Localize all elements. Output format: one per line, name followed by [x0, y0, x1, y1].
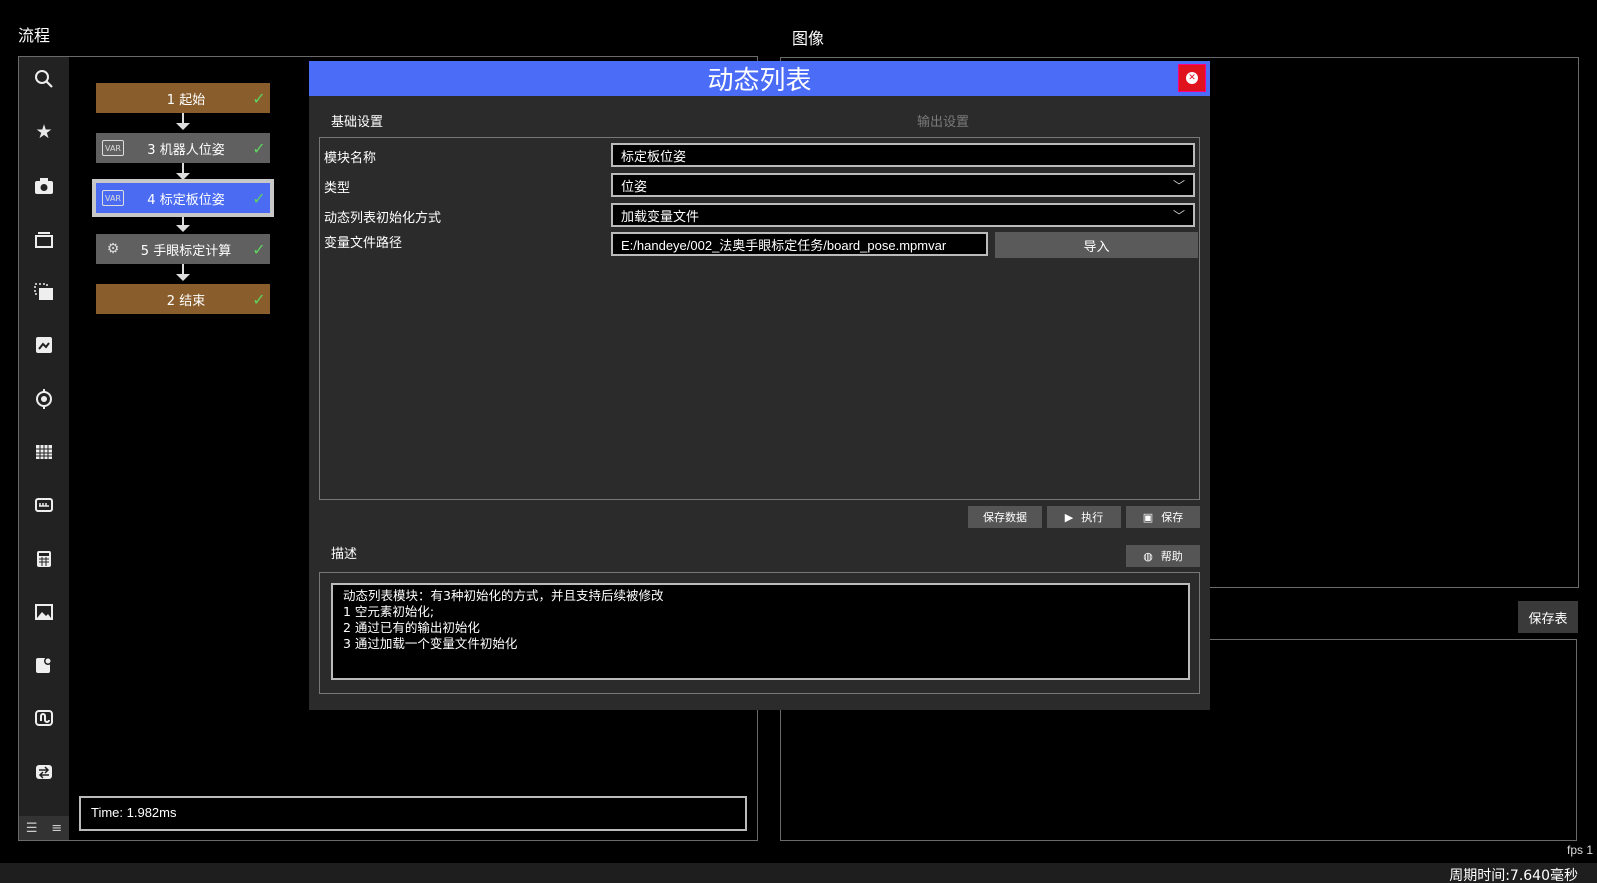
grid-icon[interactable]	[19, 434, 69, 470]
var-icon: VAR	[102, 190, 124, 206]
save-data-button[interactable]: 保存数据	[968, 506, 1042, 528]
close-icon: ✕	[1186, 72, 1198, 84]
target-icon[interactable]	[19, 381, 69, 417]
flow-connector	[182, 264, 184, 274]
cycle-time-readout: 周期时间:7.640毫秒	[1449, 868, 1578, 883]
picture-icon[interactable]	[19, 594, 69, 630]
description-text[interactable]: 动态列表模块：有3种初始化的方式，并且支持后续被修改 1 空元素初始化; 2 通…	[331, 583, 1190, 680]
dynamic-list-dialog: 动态列表 ✕ 基础设置 输出设置 模块名称 标定板位姿 类型 位姿 ﹀ 动态列表…	[309, 61, 1210, 710]
chevron-down-icon: ﹀	[1172, 208, 1185, 223]
chevron-down-icon: ﹀	[1172, 178, 1185, 193]
save-label: 保存	[1161, 511, 1184, 524]
arrow-down-icon	[176, 173, 190, 180]
list-icon[interactable]: ≡	[51, 821, 62, 836]
flow-node-label: 2 结束	[166, 293, 206, 309]
floppy-icon: ▣	[1142, 510, 1154, 524]
var-file-path-label: 变量文件路径	[324, 236, 403, 251]
ruler-icon[interactable]	[19, 487, 69, 523]
stack-icon[interactable]	[19, 221, 69, 257]
tool-sidebar: ★	[19, 57, 69, 840]
save-table-button[interactable]: 保存表	[1518, 601, 1578, 633]
transfer-icon[interactable]	[19, 754, 69, 790]
status-bar	[0, 863, 1597, 883]
image-title: 图像	[792, 29, 825, 48]
var-file-path-input[interactable]: E:/handeye/002_法奥手眼标定任务/board_pose.mpmva…	[611, 232, 988, 256]
chart-icon[interactable]	[19, 647, 69, 683]
check-icon: ✓	[252, 88, 266, 108]
flow-node-label: 5 手眼标定计算	[140, 243, 232, 259]
robot-arm-icon: ⚙	[106, 241, 120, 257]
execute-button[interactable]: ▶ 执行	[1047, 506, 1121, 528]
flow-node-handeye-calc[interactable]: ⚙ 5 手眼标定计算 ✓	[96, 234, 270, 264]
help-label: 帮助	[1160, 550, 1183, 563]
description-panel: 动态列表模块：有3种初始化的方式，并且支持后续被修改 1 空元素初始化; 2 通…	[319, 572, 1200, 694]
loop-icon[interactable]	[19, 700, 69, 736]
tab-basic-settings[interactable]: 基础设置	[331, 111, 383, 130]
type-select[interactable]: 位姿 ﹀	[611, 173, 1195, 197]
camera-icon[interactable]	[19, 168, 69, 204]
flow-node-label: 4 标定板位姿	[147, 192, 225, 208]
flow-connector	[182, 113, 184, 123]
tool-sidebar-footer: ☰ ≡	[19, 816, 69, 840]
search-icon[interactable]	[19, 61, 69, 97]
type-value: 位姿	[621, 179, 648, 195]
var-icon: VAR	[102, 140, 124, 156]
filter-icon[interactable]: ☰	[26, 821, 38, 836]
play-icon: ▶	[1064, 510, 1074, 524]
arrow-down-icon	[176, 225, 190, 232]
globe-icon: ◍	[1143, 549, 1153, 563]
import-button[interactable]: 导入	[995, 232, 1198, 258]
flow-node-robot-pose[interactable]: VAR 3 机器人位姿 ✓	[96, 133, 270, 163]
flow-node-label: 3 机器人位姿	[147, 142, 225, 158]
tab-output-settings[interactable]: 输出设置	[917, 111, 969, 130]
init-method-value: 加载变量文件	[621, 209, 700, 225]
star-icon[interactable]: ★	[19, 114, 69, 150]
check-icon: ✓	[252, 138, 266, 158]
flow-connector	[182, 163, 184, 173]
var-file-path-value: E:/handeye/002_法奥手眼标定任务/board_pose.mpmva…	[621, 237, 947, 253]
help-button[interactable]: ◍ 帮助	[1126, 545, 1200, 567]
check-icon: ✓	[252, 239, 266, 259]
flow-node-label: 1 起始	[166, 92, 206, 108]
crop-icon[interactable]	[19, 274, 69, 310]
calculator-icon[interactable]	[19, 541, 69, 577]
close-button[interactable]: ✕	[1178, 64, 1206, 92]
save-button[interactable]: ▣ 保存	[1126, 506, 1200, 528]
module-name-field[interactable]: 标定板位姿	[611, 143, 1195, 167]
image-edit-icon[interactable]	[19, 327, 69, 363]
type-label: 类型	[324, 181, 351, 196]
flow-node-board-pose[interactable]: VAR 4 标定板位姿 ✓	[92, 179, 274, 217]
check-icon: ✓	[252, 188, 266, 208]
module-name-label: 模块名称	[324, 151, 377, 166]
execute-label: 执行	[1081, 511, 1104, 524]
save-data-label: 保存数据	[983, 511, 1027, 524]
init-method-label: 动态列表初始化方式	[324, 211, 442, 226]
run-time-readout: Time: 1.982ms	[79, 796, 747, 831]
description-title: 描述	[331, 547, 358, 562]
flow-title: 流程	[18, 26, 51, 45]
arrow-down-icon	[176, 123, 190, 130]
init-method-select[interactable]: 加载变量文件 ﹀	[611, 203, 1195, 227]
flow-node-end[interactable]: 2 结束 ✓	[96, 284, 270, 314]
check-icon: ✓	[252, 289, 266, 309]
settings-form: 模块名称 标定板位姿 类型 位姿 ﹀ 动态列表初始化方式 加载变量文件 ﹀ 变量…	[319, 137, 1200, 500]
flow-node-start[interactable]: 1 起始 ✓	[96, 83, 270, 113]
fps-readout: fps 1	[1567, 843, 1594, 857]
dialog-title: 动态列表	[309, 61, 1210, 96]
module-name-value: 标定板位姿	[621, 149, 687, 165]
arrow-down-icon	[176, 274, 190, 281]
